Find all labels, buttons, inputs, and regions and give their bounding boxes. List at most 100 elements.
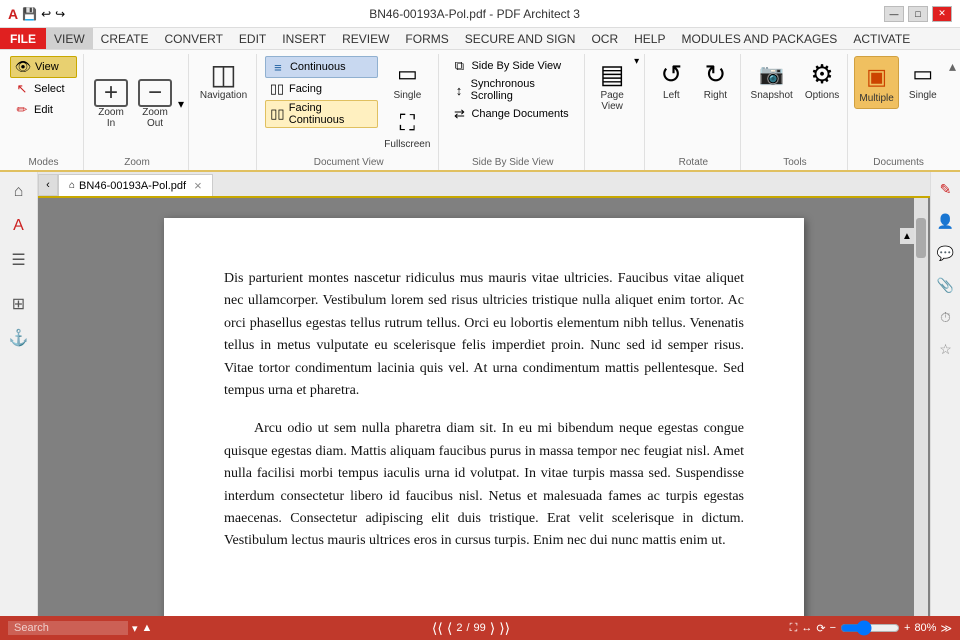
documents-label: Documents	[873, 157, 924, 168]
zoom-label: Zoom	[124, 157, 150, 168]
ribbon-group-sidebyside: ⧉ Side By Side View ↕ Synchronous Scroll…	[441, 54, 585, 170]
facing-continuous-icon: ▯▯	[269, 105, 286, 123]
rotate-right-button[interactable]: ↻ Right	[695, 56, 735, 103]
menu-modules[interactable]: MODULES AND PACKAGES	[673, 28, 845, 49]
multiple-docs-button[interactable]: ▣ Multiple	[854, 56, 898, 109]
snapshot-button[interactable]: 📷 Snapshot	[747, 56, 797, 103]
rotate-status-btn[interactable]: ⟳	[816, 622, 825, 635]
menu-insert[interactable]: INSERT	[274, 28, 334, 49]
app-logo: A	[8, 6, 18, 22]
layers-panel-btn[interactable]: ⊞	[3, 288, 35, 320]
fit-page-btn[interactable]: ⛶	[790, 622, 798, 635]
tab-close-btn[interactable]: ×	[194, 178, 202, 193]
menu-help[interactable]: HELP	[626, 28, 673, 49]
change-docs-button[interactable]: ⇄ Change Documents	[447, 104, 578, 124]
pdf-area[interactable]: ▲ Dis parturient montes nascetur ridicul…	[38, 198, 930, 616]
zoom-slider[interactable]	[840, 624, 900, 632]
view-mode-button[interactable]: 👁 View	[10, 56, 77, 78]
continuous-button[interactable]: ≡ Continuous	[265, 56, 378, 78]
scroll-up-btn[interactable]: ▲	[900, 228, 914, 244]
single-button[interactable]: ▭ Single	[389, 56, 425, 103]
nav-last-btn[interactable]: ⟩⟩	[499, 620, 510, 637]
document-tab[interactable]: ⌂ BN46-00193A-Pol.pdf ×	[58, 174, 213, 196]
side-by-side-button[interactable]: ⧉ Side By Side View	[447, 56, 578, 76]
change-docs-icon: ⇄	[450, 105, 468, 123]
ribbon-group-documents: ▣ Multiple ▭ Single Documents	[850, 54, 947, 170]
comments-icon: 💬	[937, 245, 954, 262]
comments-btn[interactable]: 💬	[933, 240, 959, 266]
bookmark-btn[interactable]: ☆	[933, 336, 959, 362]
menu-create[interactable]: CREATE	[93, 28, 157, 49]
menu-review[interactable]: REVIEW	[334, 28, 397, 49]
search-dropdown-btn[interactable]: ▾	[132, 622, 138, 635]
facing-continuous-button[interactable]: ▯▯ Facing Continuous	[265, 100, 378, 128]
select-mode-button[interactable]: ↖ Select	[10, 79, 77, 99]
annotation-icon: ✎	[940, 181, 952, 198]
home-panel-btn[interactable]: ⌂	[3, 176, 35, 208]
menu-edit[interactable]: EDIT	[231, 28, 274, 49]
rotate-right-icon: ↻	[699, 58, 731, 90]
menu-secure[interactable]: SECURE AND SIGN	[457, 28, 584, 49]
ribbon-group-rotate: ↺ Left ↻ Right Rotate	[647, 54, 740, 170]
redo-icon[interactable]: ↪	[55, 7, 65, 21]
restore-btn[interactable]: □	[908, 6, 928, 22]
zoom-dropdown[interactable]: ▾	[178, 97, 184, 111]
title-bar: A 💾 ↩ ↪ BN46-00193A-Pol.pdf - PDF Archit…	[0, 0, 960, 28]
bookmark-icon: ☆	[939, 341, 952, 358]
ribbon-group-zoom: + ZoomIn − ZoomOut ▾ Zoom	[86, 54, 189, 170]
zoom-in-button[interactable]: + ZoomIn	[90, 77, 132, 131]
search-input[interactable]	[8, 621, 128, 635]
menu-view[interactable]: VIEW	[46, 28, 93, 49]
scroll-thumb[interactable]	[916, 218, 926, 258]
ribbon-collapse[interactable]: ▴	[949, 54, 956, 170]
status-center: ⟨⟨ ⟨ 2 / 99 ⟩ ⟩⟩	[432, 620, 510, 637]
pages-panel-btn[interactable]: ☰	[3, 244, 35, 276]
sync-scroll-button[interactable]: ↕ Synchronous Scrolling	[447, 77, 578, 103]
tab-nav-left[interactable]: ‹	[38, 174, 58, 196]
rotate-left-button[interactable]: ↺ Left	[651, 56, 691, 103]
zoom-more-btn[interactable]: ≫	[940, 622, 952, 635]
search-up-btn[interactable]: ▲	[142, 622, 153, 634]
annotation-btn[interactable]: ✎	[933, 176, 959, 202]
fit-width-btn[interactable]: ↔	[801, 622, 812, 634]
anchor-panel-btn[interactable]: ⚓	[3, 322, 35, 354]
menu-file[interactable]: FILE	[0, 28, 46, 49]
nav-first-btn[interactable]: ⟨⟨	[432, 620, 443, 637]
search-panel-btn[interactable]: A	[3, 210, 35, 242]
continuous-icon: ≡	[269, 58, 287, 76]
ribbon-group-docview: ≡ Continuous ▯▯ Facing ▯▯ Facing Continu…	[259, 54, 439, 170]
minimize-btn[interactable]: —	[884, 6, 904, 22]
navigation-button[interactable]: ◫ Navigation	[196, 56, 251, 103]
page-total: 99	[474, 622, 486, 634]
nav-prev-btn[interactable]: ⟨	[447, 620, 452, 637]
page-view-dropdown[interactable]: ▾	[634, 56, 639, 67]
undo-icon[interactable]: ↩	[41, 7, 51, 21]
edit-mode-button[interactable]: ✏ Edit	[10, 100, 77, 120]
fullscreen-button[interactable]: ⛶ Fullscreen	[382, 105, 432, 152]
zoom-out-status-btn[interactable]: −	[830, 622, 836, 634]
page-view-button[interactable]: ▤ PageView	[592, 56, 632, 114]
save-icon[interactable]: 💾	[22, 7, 37, 21]
collapse-icon[interactable]: ▴	[949, 58, 956, 75]
zoom-out-button[interactable]: − ZoomOut	[134, 77, 176, 131]
modes-label: Modes	[28, 157, 58, 168]
facing-button[interactable]: ▯▯ Facing	[265, 79, 378, 99]
menu-forms[interactable]: FORMS	[397, 28, 456, 49]
zoom-in-status-btn[interactable]: +	[904, 622, 910, 634]
menu-ocr[interactable]: OCR	[583, 28, 626, 49]
attachments-btn[interactable]: 📎	[933, 272, 959, 298]
status-right: ⛶ ↔ ⟳ − + 80% ≫	[790, 622, 952, 635]
options-icon: ⚙	[806, 58, 838, 90]
clock-btn[interactable]: ⏱	[933, 304, 959, 330]
rotate-left-icon: ↺	[655, 58, 687, 90]
close-btn[interactable]: ✕	[932, 6, 952, 22]
tools-label: Tools	[783, 157, 806, 168]
contacts-btn[interactable]: 👤	[933, 208, 959, 234]
zoom-level: 80%	[914, 622, 936, 634]
menu-convert[interactable]: CONVERT	[156, 28, 230, 49]
nav-next-btn[interactable]: ⟩	[490, 620, 495, 637]
single-doc-button[interactable]: ▭ Single	[903, 56, 943, 103]
scrollbar[interactable]	[914, 198, 928, 616]
options-button[interactable]: ⚙ Options	[801, 56, 843, 103]
menu-activate[interactable]: ACTIVATE	[845, 28, 918, 49]
